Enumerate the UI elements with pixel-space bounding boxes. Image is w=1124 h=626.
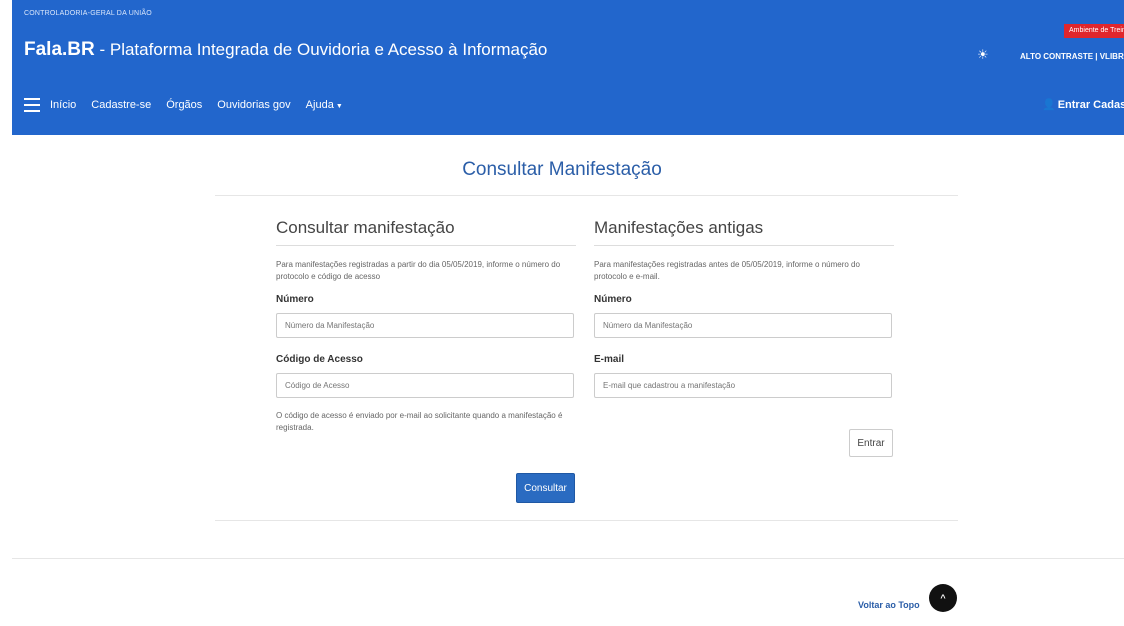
login-link[interactable]: 👤 Entrar [1042,99,1090,111]
brand-name: Fala.BR [24,39,95,60]
enter-button[interactable]: Entrar [849,429,893,457]
user-nav: 👤Entrar Cadastrar [1042,96,1124,114]
accessibility-links[interactable]: ALTO CONTRASTE | VLIBRAS [1020,52,1124,61]
number-label: Número [276,294,314,305]
page-title: Consultar Manifestação [462,159,662,180]
nav-item-ouvidorias[interactable]: Ouvidorias gov [217,96,290,116]
nav-item-cadastre-se[interactable]: Cadastre-se [91,96,151,116]
brand-subtitle: - Plataforma Integrada de Ouvidoria e Ac… [94,40,548,59]
email-input[interactable] [594,373,892,398]
form-divider [215,520,958,521]
email-label: E-mail [594,354,625,365]
title-divider [215,195,958,196]
nav-item-orgaos[interactable]: Órgãos [166,96,202,116]
consult-form: Consultar manifestação Para manifestaçõe… [276,217,576,434]
old-form-title: Manifestações antigas [594,217,894,246]
menu-icon[interactable] [24,98,40,112]
site-header: CONTROLADORIA-GERAL DA UNIÃO Fala.BR - P… [12,0,1124,135]
sun-icon[interactable]: ☀ [977,48,991,62]
nav-item-ajuda-label: Ajuda [305,99,334,111]
old-manifestations-form: Manifestações antigas Para manifestações… [594,217,894,398]
nav-item-ajuda[interactable]: Ajuda ▼ [306,96,343,116]
access-code-label: Código de Acesso [276,354,363,365]
site-brand[interactable]: Fala.BR - Plataforma Integrada de Ouvido… [24,40,547,60]
org-name: CONTROLADORIA-GERAL DA UNIÃO [24,10,152,17]
old-form-description: Para manifestações registradas antes de … [594,260,860,281]
main-nav: Início Cadastre-se Órgãos Ouvidorias gov… [50,96,343,116]
consult-button[interactable]: Consultar [516,473,575,503]
consult-form-title: Consultar manifestação [276,217,576,246]
access-code-hint: O código de acesso é enviado por e-mail … [276,411,563,432]
old-number-input[interactable] [594,313,892,338]
login-label: Entrar [1057,99,1091,111]
environment-badge: Ambiente de Treinamento [1064,24,1124,38]
register-link[interactable]: Cadastrar [1093,99,1124,111]
back-to-top-link[interactable]: Voltar ao Topo [858,593,920,617]
user-icon: 👤 [1042,99,1056,111]
number-input[interactable] [276,313,574,338]
access-code-input[interactable] [276,373,574,398]
footer-divider [12,558,1124,559]
caret-down-icon: ▼ [335,103,343,110]
nav-item-inicio[interactable]: Início [50,96,76,116]
consult-form-description: Para manifestações registradas a partir … [276,260,561,281]
arrow-up-icon[interactable]: ^ [929,584,957,612]
old-number-label: Número [594,294,632,305]
